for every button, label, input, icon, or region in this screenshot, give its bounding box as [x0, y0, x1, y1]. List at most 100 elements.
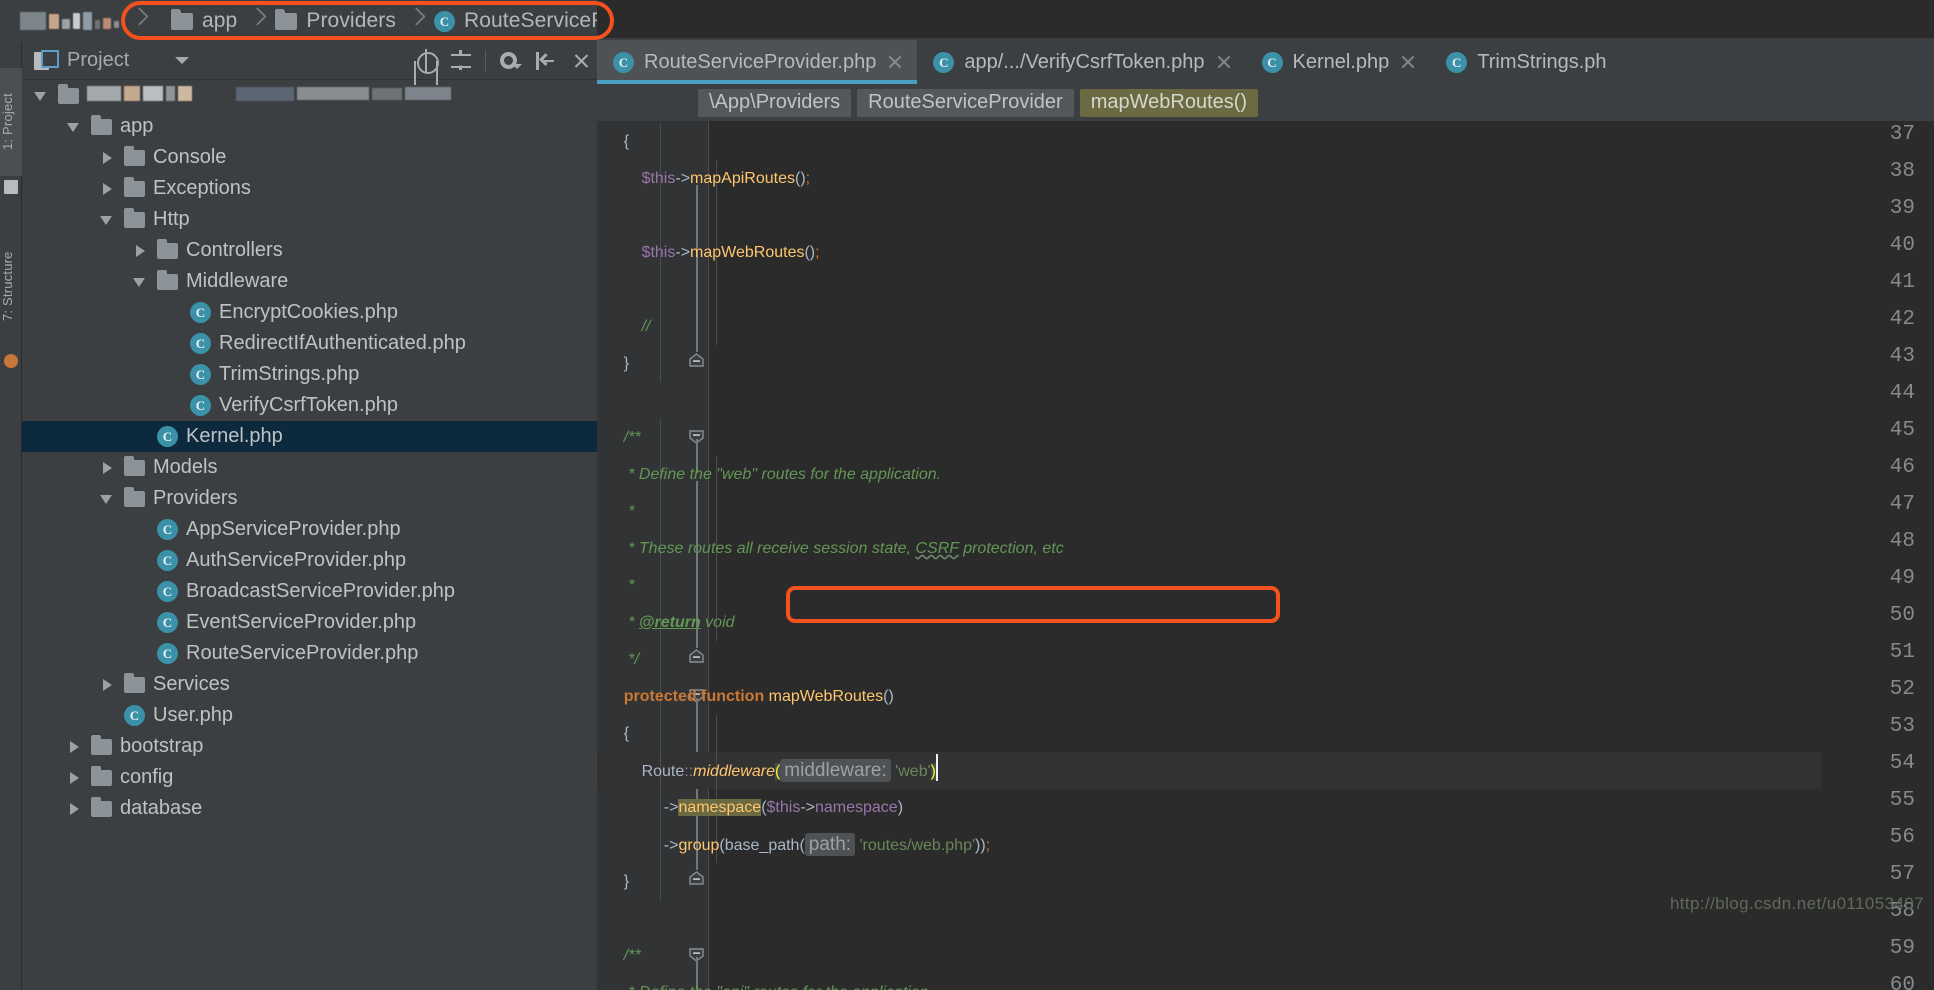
code-line[interactable]: [597, 271, 606, 308]
close-tab-icon[interactable]: [1215, 53, 1233, 71]
folder-icon: [157, 269, 178, 290]
code-line[interactable]: $this->mapWebRoutes();: [597, 234, 820, 271]
code-fold-end-icon[interactable]: [687, 870, 706, 889]
tree-row-label: Models: [153, 456, 218, 478]
chevron-right-icon[interactable]: [131, 242, 148, 259]
code-line[interactable]: /**: [597, 419, 641, 456]
code-line[interactable]: *: [597, 567, 634, 604]
editor-tab[interactable]: C RouteServiceProvider.php: [597, 40, 918, 84]
collapse-all-icon[interactable]: [450, 50, 472, 72]
toolbar-divider: [485, 50, 486, 72]
tree-row[interactable]: database: [22, 793, 597, 824]
code-line[interactable]: /**: [597, 937, 641, 974]
editor-breadcrumb-bar: \App\Providers RouteServiceProvider mapWeb…: [597, 84, 1934, 121]
editor-tab[interactable]: C Kernel.php: [1246, 40, 1431, 84]
folder-icon: [91, 734, 112, 755]
tree-row[interactable]: app: [22, 111, 597, 142]
code-line[interactable]: {: [597, 715, 629, 752]
tree-row[interactable]: Models: [22, 452, 597, 483]
code-line[interactable]: * These routes all receive session state…: [597, 530, 1063, 567]
project-file-tree[interactable]: app Console Exceptions Http Controllers Middl…: [22, 80, 597, 990]
editor-breadcrumb-chip[interactable]: RouteServiceProvider: [857, 88, 1074, 117]
tree-row[interactable]: Middleware: [22, 266, 597, 297]
line-number: 49: [1889, 567, 1915, 590]
tree-row[interactable]: C EncryptCookies.php: [22, 297, 597, 328]
code-line[interactable]: * @return void: [597, 604, 734, 641]
editor-breadcrumb-chip[interactable]: mapWebRoutes(): [1079, 88, 1259, 117]
code-fold-end-icon[interactable]: [687, 648, 706, 667]
editor-breadcrumb-chip[interactable]: \App\Providers: [698, 88, 852, 117]
code-line[interactable]: }: [597, 345, 629, 382]
editor-tab[interactable]: Capp/.../VerifyCsrfToken.php: [917, 40, 1245, 84]
chevron-down-icon[interactable]: [131, 273, 148, 290]
close-panel-icon[interactable]: [571, 51, 591, 71]
chevron-down-icon[interactable]: [98, 211, 115, 228]
tree-row[interactable]: C BroadcastServiceProvider.php: [22, 576, 597, 607]
tree-row[interactable]: C RedirectIfAuthenticated.php: [22, 328, 597, 359]
settings-gear-icon[interactable]: [499, 50, 522, 72]
tree-row[interactable]: Exceptions: [22, 173, 597, 204]
chevron-right-icon[interactable]: [98, 459, 115, 476]
tree-row[interactable]: C AuthServiceProvider.php: [22, 545, 597, 576]
php-class-icon: C: [190, 395, 211, 416]
tree-row[interactable]: C RouteServiceProvider.php: [22, 638, 597, 669]
code-line[interactable]: *: [597, 493, 634, 530]
code-line[interactable]: {: [597, 123, 629, 160]
breadcrumb-separator-icon: [408, 0, 425, 42]
code-line[interactable]: protected function mapWebRoutes(): [597, 678, 894, 715]
tree-row[interactable]: Http: [22, 204, 597, 235]
chevron-down-icon[interactable]: [175, 57, 190, 64]
tree-row[interactable]: Providers: [22, 483, 597, 514]
editor-tab[interactable]: C TrimStrings.ph: [1430, 40, 1619, 84]
tree-row[interactable]: C TrimStrings.php: [22, 359, 597, 390]
hide-panel-icon[interactable]: [534, 50, 556, 72]
breadcrumb-item-project-root[interactable]: [14, 0, 123, 42]
code-line[interactable]: [597, 197, 606, 234]
tree-row[interactable]: config: [22, 762, 597, 793]
tree-row-label: bootstrap: [120, 735, 204, 757]
tool-tab-structure[interactable]: 7: Structure: [0, 222, 22, 350]
tree-row[interactable]: C User.php: [22, 700, 597, 731]
tree-row[interactable]: Controllers: [22, 235, 597, 266]
line-number: 44: [1889, 382, 1915, 405]
breadcrumb-item-providers[interactable]: Providers: [269, 0, 400, 42]
code-fold-end-icon[interactable]: [687, 352, 706, 371]
chevron-down-icon[interactable]: [65, 118, 82, 135]
chevron-right-icon[interactable]: [98, 149, 115, 166]
tree-row[interactable]: C Kernel.php: [22, 421, 597, 452]
code-line[interactable]: */: [597, 641, 639, 678]
code-editor[interactable]: 37 38 39 40 41 42 43 44 45 46 47 48 49 50 51 52 53 54 55 56…: [597, 121, 1934, 990]
code-line[interactable]: * Define the "web" routes for the applic…: [597, 456, 941, 493]
tree-row[interactable]: C AppServiceProvider.php: [22, 514, 597, 545]
code-line[interactable]: [597, 382, 606, 419]
code-line[interactable]: * Define the "api" routes for the applic…: [597, 974, 933, 990]
chevron-right-icon[interactable]: [98, 180, 115, 197]
code-line[interactable]: [597, 900, 606, 937]
tool-tab-project[interactable]: 1: Project: [0, 68, 22, 176]
code-line[interactable]: ->group(base_path(path: 'routes/web.php'…: [597, 826, 990, 863]
chevron-down-icon[interactable]: [32, 87, 49, 104]
tree-row[interactable]: Console: [22, 142, 597, 173]
code-line[interactable]: Route::middleware(middleware: 'web'): [597, 752, 938, 789]
scroll-from-source-icon[interactable]: [415, 49, 439, 74]
tree-row[interactable]: [22, 80, 597, 111]
chevron-right-icon[interactable]: [65, 769, 82, 786]
close-tab-icon[interactable]: [1399, 53, 1417, 71]
code-line[interactable]: //: [597, 308, 651, 345]
tree-row[interactable]: C EventServiceProvider.php: [22, 607, 597, 638]
tree-row[interactable]: C VerifyCsrfToken.php: [22, 390, 597, 421]
breadcrumb-item-app[interactable]: app: [165, 0, 241, 42]
chevron-right-icon[interactable]: [98, 676, 115, 693]
chevron-down-icon[interactable]: [98, 490, 115, 507]
code-line[interactable]: ->namespace($this->namespace): [597, 789, 903, 826]
chevron-right-icon[interactable]: [65, 800, 82, 817]
tree-row[interactable]: Services: [22, 669, 597, 700]
chevron-right-icon[interactable]: [65, 738, 82, 755]
close-tab-icon[interactable]: [886, 53, 904, 71]
code-line[interactable]: }: [597, 863, 629, 900]
code-line[interactable]: $this->mapApiRoutes();: [597, 160, 811, 197]
tree-row-label: config: [120, 766, 174, 788]
tree-row[interactable]: bootstrap: [22, 731, 597, 762]
structure-icon: [4, 354, 18, 368]
